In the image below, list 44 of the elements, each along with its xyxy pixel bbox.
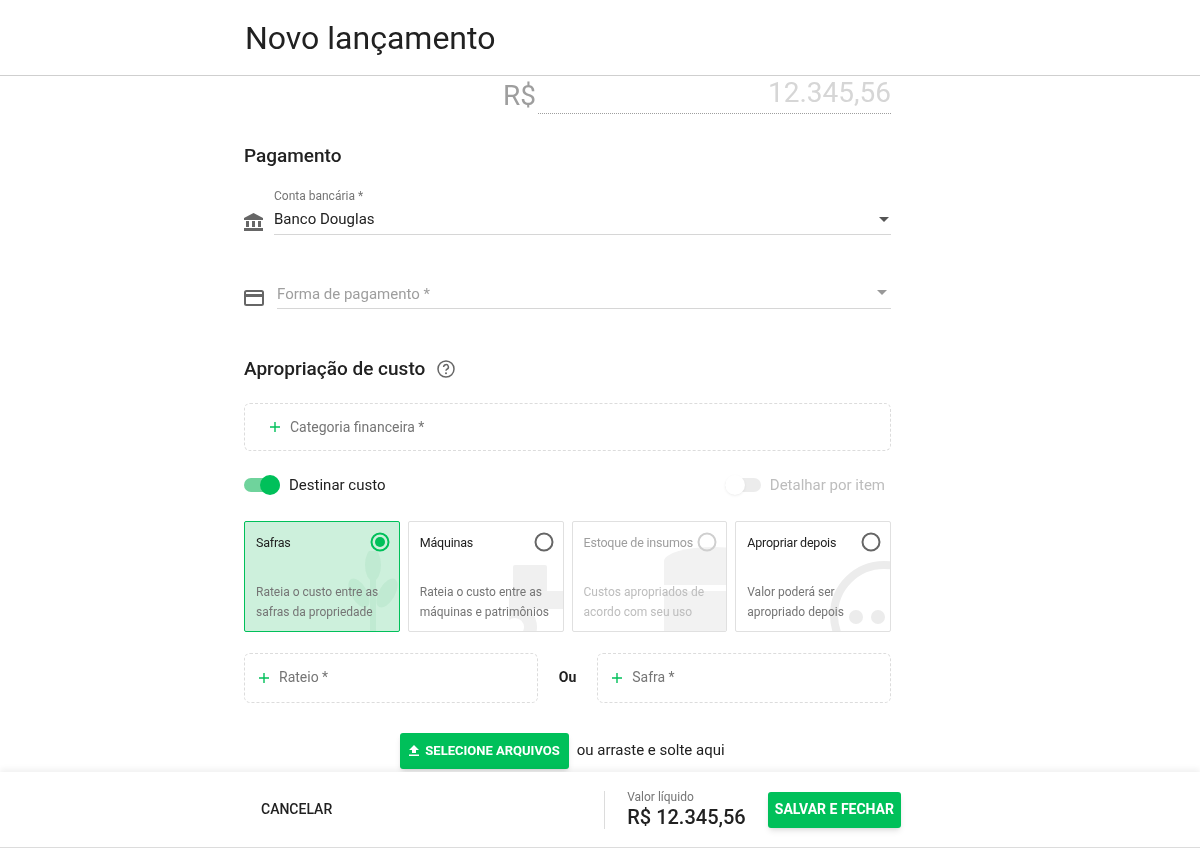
option-card[interactable]: Apropriar depois Valor poderá ser apropriado depois — [735, 520, 891, 632]
category-picker[interactable]: Categoria financeira * — [244, 403, 891, 451]
radio-button[interactable] — [861, 531, 881, 552]
dropdown-icon — [879, 217, 889, 222]
currency-label: R$ — [503, 82, 536, 110]
radio-button[interactable] — [533, 531, 554, 552]
picker-label: Categoria financeira * — [290, 417, 425, 437]
picker-label: Rateio * — [279, 668, 329, 687]
option-title: Máquinas — [419, 533, 474, 552]
option-card[interactable]: Safras Rateia o custo entre as safras da propriedade — [244, 520, 400, 632]
account-select[interactable]: Conta bancária * Banco Douglas — [274, 186, 891, 235]
allocation-picker[interactable]: Rateio * — [244, 652, 538, 703]
picker-label: Safra * — [632, 668, 675, 687]
upload-icon — [409, 745, 420, 756]
plus-icon — [612, 672, 623, 683]
toggle-label: Destinar custo — [289, 475, 386, 496]
payment-method-select[interactable]: Forma de pagamento * — [277, 283, 891, 309]
radio-button[interactable] — [369, 531, 390, 552]
dropdown-icon — [877, 290, 887, 295]
total-label: Valor líquido — [627, 789, 695, 804]
option-card[interactable]: Máquinas Rateia o custo entre as máquinas e patrimônios — [407, 520, 564, 632]
upload-hint: ou arraste e solte aqui — [576, 740, 725, 762]
separator-label: Ou — [557, 668, 578, 687]
plus-icon — [259, 672, 269, 683]
option-title: Estoque de insumos — [583, 533, 693, 552]
select-value: Banco Douglas — [274, 208, 375, 230]
option-description: Rateia o custo entre as máquinas e patrimônios — [419, 583, 550, 621]
harvest-picker[interactable]: Safra * — [597, 652, 891, 703]
cancel-button[interactable]: CANCELAR — [253, 791, 341, 828]
credit-card-icon — [244, 289, 264, 306]
page-title: Novo lançamento — [245, 17, 496, 59]
toggle-switch[interactable] — [244, 475, 280, 496]
option-description: Valor poderá ser apropriado depois — [747, 583, 845, 621]
option-title: Safras — [256, 533, 291, 552]
field-label: Conta bancária * — [274, 187, 365, 205]
section-heading: Pagamento — [244, 143, 343, 169]
section-heading: Apropriação de custo — [244, 355, 426, 382]
toggle-label: Detalhar por item — [769, 475, 885, 496]
bank-icon — [244, 213, 263, 231]
option-title: Apropriar depois — [747, 533, 837, 552]
option-description: Rateia o custo entre as safras da propriedade — [256, 583, 380, 621]
total-value: R$ 12.345,56 — [627, 804, 746, 830]
help-icon[interactable] — [437, 359, 456, 378]
plus-icon — [270, 422, 280, 432]
